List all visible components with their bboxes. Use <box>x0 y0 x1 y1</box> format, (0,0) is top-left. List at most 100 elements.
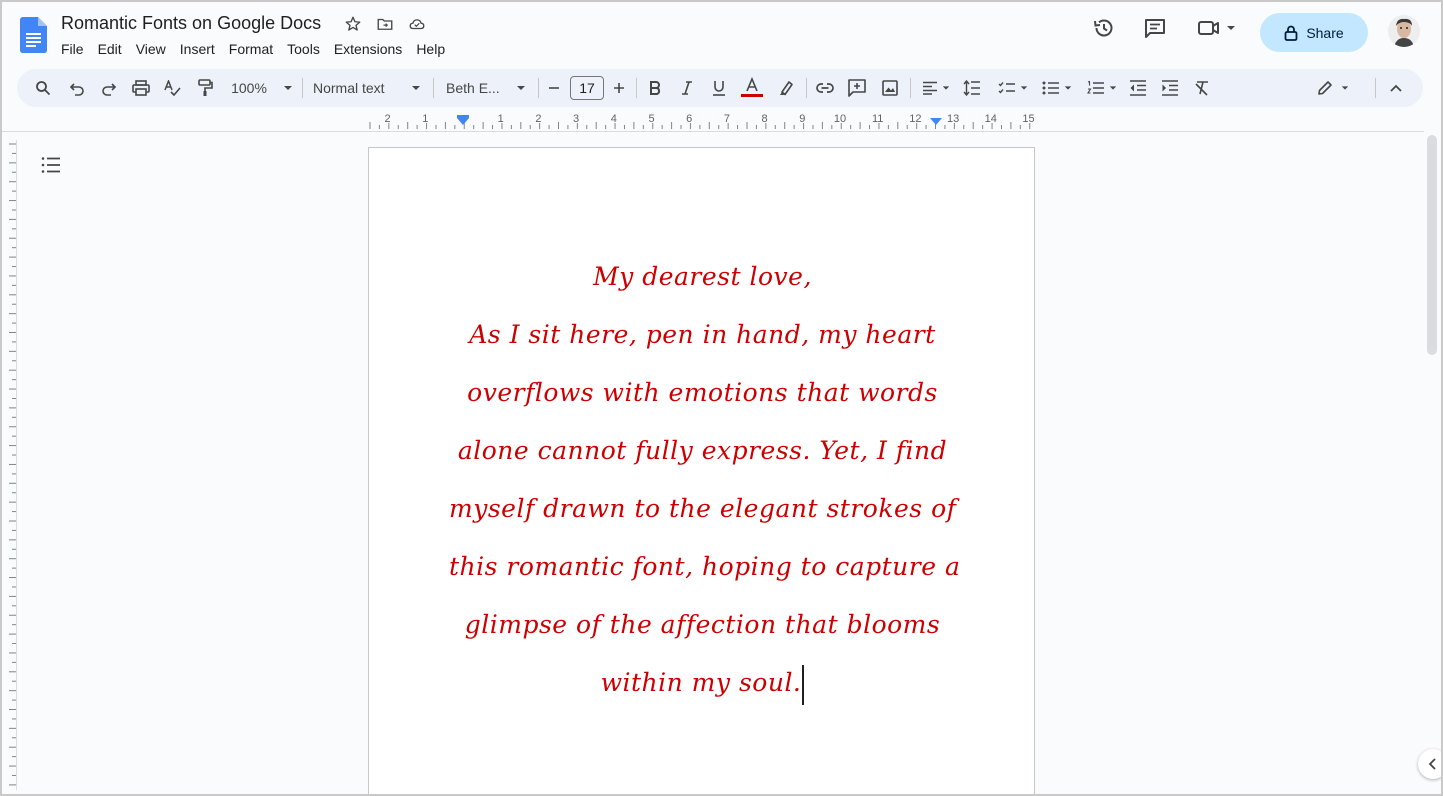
share-button[interactable]: Share <box>1260 13 1368 52</box>
docs-logo-icon[interactable] <box>20 17 47 53</box>
underline-icon[interactable] <box>709 69 729 107</box>
chevron-down-icon <box>1341 86 1349 90</box>
bulleted-list-select[interactable] <box>1039 69 1075 107</box>
menu-extensions[interactable]: Extensions <box>327 39 409 59</box>
numbered-list-select[interactable] <box>1084 69 1120 107</box>
ruler-label: 1 <box>422 113 428 125</box>
ruler-label: 10 <box>834 113 846 125</box>
text-line: within my soul. <box>600 668 802 697</box>
text-cursor <box>802 664 805 705</box>
zoom-select[interactable]: 100% <box>227 69 297 107</box>
font-family-value: Beth E... <box>446 80 500 96</box>
increase-indent-icon[interactable] <box>1160 69 1180 107</box>
checklist-select[interactable] <box>995 69 1031 107</box>
ruler-label: 3 <box>573 113 579 125</box>
italic-icon[interactable] <box>677 69 697 107</box>
paragraph-style-value: Normal text <box>313 80 385 96</box>
checklist-icon <box>998 82 1015 94</box>
paint-format-icon[interactable] <box>195 69 215 107</box>
menu-format[interactable]: Format <box>222 39 280 59</box>
decrease-font-size-icon[interactable] <box>546 69 562 107</box>
search-menus-icon[interactable] <box>33 69 53 107</box>
spellcheck-icon[interactable] <box>163 69 183 107</box>
menu-file[interactable]: File <box>54 39 91 59</box>
editing-mode-select[interactable] <box>1315 69 1351 107</box>
ruler-label: 14 <box>985 113 997 125</box>
share-label: Share <box>1306 24 1344 41</box>
star-icon[interactable] <box>343 14 363 34</box>
ruler-label: 15 <box>1022 113 1034 125</box>
align-select[interactable] <box>919 69 953 107</box>
document-page[interactable]: My dearest love, As I sit here, pen in h… <box>368 147 1035 796</box>
ruler-label: 1 <box>498 113 504 125</box>
menu-view[interactable]: View <box>129 39 173 59</box>
horizontal-ruler[interactable]: 2 1 1 2 3 4 5 6 7 8 9 10 11 12 13 14 15 <box>368 112 1036 130</box>
font-size-input[interactable]: 17 <box>569 69 605 107</box>
meet-icon[interactable] <box>1196 16 1236 40</box>
right-indent-marker <box>930 118 942 125</box>
bulleted-list-icon <box>1042 81 1059 95</box>
undo-icon[interactable] <box>67 69 87 107</box>
chevron-down-icon <box>412 86 420 90</box>
text-color-icon[interactable] <box>739 69 765 107</box>
vertical-ruler[interactable] <box>3 140 17 790</box>
clear-formatting-icon[interactable] <box>1192 69 1212 107</box>
chevron-left-icon <box>1428 758 1436 770</box>
text-line: alone cannot fully express. Yet, I find <box>457 436 948 465</box>
chevron-down-icon <box>942 86 950 90</box>
font-size-value: 17 <box>570 76 604 100</box>
ruler-label: 5 <box>648 113 654 125</box>
lock-icon <box>1284 25 1298 41</box>
side-panel-toggle[interactable] <box>1418 749 1443 779</box>
toolbar: 100% Normal text Beth E... 17 <box>17 69 1423 107</box>
decrease-indent-icon[interactable] <box>1128 69 1148 107</box>
scrollbar-thumb[interactable] <box>1427 135 1437 355</box>
increase-font-size-icon[interactable] <box>611 69 627 107</box>
document-outline-icon[interactable] <box>41 156 61 174</box>
ruler-label: 7 <box>724 113 730 125</box>
text-line-last: within my soul. <box>449 654 956 712</box>
insert-image-icon[interactable] <box>880 69 900 107</box>
redo-icon[interactable] <box>99 69 119 107</box>
align-left-icon <box>923 81 937 95</box>
menu-help[interactable]: Help <box>409 39 452 59</box>
menu-edit[interactable]: Edit <box>91 39 129 59</box>
hide-menus-icon[interactable] <box>1386 69 1406 107</box>
avatar[interactable] <box>1388 15 1420 47</box>
paragraph-style-select[interactable]: Normal text <box>313 69 421 107</box>
menu-tools[interactable]: Tools <box>280 39 327 59</box>
separator <box>910 78 911 98</box>
chevron-down-icon <box>517 86 525 90</box>
separator <box>1375 78 1376 98</box>
bold-icon[interactable] <box>645 69 665 107</box>
font-family-select[interactable]: Beth E... <box>446 69 526 107</box>
pencil-icon <box>1318 81 1332 95</box>
separator <box>636 78 637 98</box>
line-spacing-icon[interactable] <box>962 69 982 107</box>
ruler-label: 2 <box>385 113 391 125</box>
separator <box>538 78 539 98</box>
chevron-down-icon <box>1020 86 1028 90</box>
ruler-label: 4 <box>611 113 617 125</box>
document-title[interactable]: Romantic Fonts on Google Docs <box>61 13 321 34</box>
menu-insert[interactable]: Insert <box>173 39 222 59</box>
menu-bar: File Edit View Insert Format Tools Exten… <box>54 39 452 59</box>
cloud-saved-icon[interactable] <box>407 14 427 34</box>
print-icon[interactable] <box>131 69 151 107</box>
separator <box>433 78 434 98</box>
ruler-divider <box>0 131 1424 132</box>
text-line: this romantic font, hoping to capture a <box>449 552 961 581</box>
version-history-icon[interactable] <box>1092 16 1116 45</box>
ruler-label: 9 <box>799 113 805 125</box>
move-folder-icon[interactable] <box>375 14 395 34</box>
text-line: As I sit here, pen in hand, my heart <box>469 320 936 349</box>
insert-link-icon[interactable] <box>815 69 835 107</box>
add-comment-icon[interactable] <box>847 69 867 107</box>
text-line: My dearest love, <box>593 262 812 291</box>
document-body[interactable]: My dearest love, As I sit here, pen in h… <box>449 248 961 712</box>
highlight-color-icon[interactable] <box>776 69 796 107</box>
ruler-label: 8 <box>762 113 768 125</box>
comments-icon[interactable] <box>1143 16 1167 45</box>
ruler-label: 13 <box>947 113 959 125</box>
docs-header: Romantic Fonts on Google Docs File Edit … <box>0 0 1443 64</box>
